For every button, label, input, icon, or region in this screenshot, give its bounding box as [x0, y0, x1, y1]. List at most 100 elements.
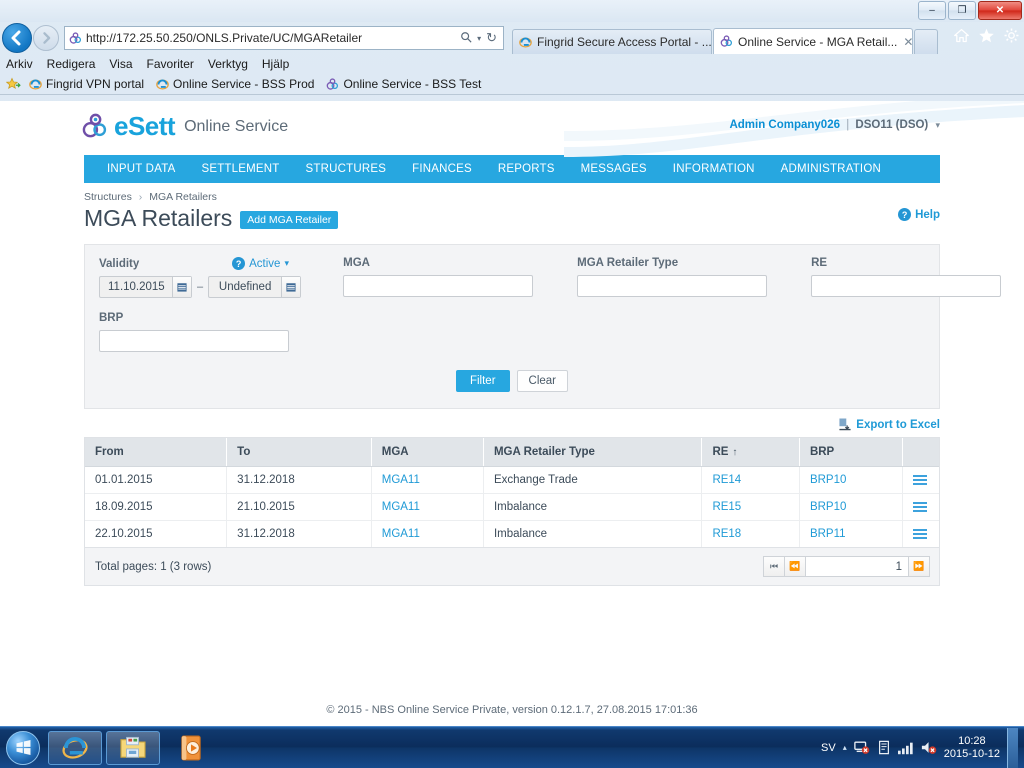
- home-icon[interactable]: [953, 27, 970, 44]
- last-page-button[interactable]: ⏩: [908, 556, 930, 577]
- re-link[interactable]: RE14: [712, 474, 741, 486]
- filter-row-2: BRP: [99, 312, 925, 352]
- menu-item-favoriter[interactable]: Favoriter: [147, 57, 194, 71]
- brp-link[interactable]: BRP10: [810, 501, 846, 513]
- add-mga-retailer-button[interactable]: Add MGA Retailer: [240, 211, 339, 229]
- favorite-label: Fingrid VPN portal: [46, 77, 145, 91]
- re-input[interactable]: [811, 275, 1002, 297]
- previous-page-button[interactable]: ⏪: [784, 556, 806, 577]
- column-header-mga[interactable]: MGA: [371, 438, 484, 467]
- taskbar-item-media-player[interactable]: [164, 731, 218, 765]
- start-button[interactable]: [2, 729, 44, 767]
- row-menu-icon[interactable]: [912, 475, 927, 485]
- calendar-icon[interactable]: [281, 277, 301, 297]
- mga-retailers-table-wrapper: From To MGA MGA Retailer Type RE ↑ BRP 0…: [84, 437, 940, 586]
- cell-mga: MGA11: [371, 520, 484, 547]
- cell-type: Imbalance: [483, 493, 703, 521]
- re-link[interactable]: RE18: [712, 528, 741, 540]
- validity-from-value: 11.10.2015: [108, 281, 165, 293]
- taskbar-item-internet-explorer[interactable]: [48, 730, 102, 765]
- favorite-label: Online Service - BSS Prod: [173, 77, 315, 91]
- new-tab-button[interactable]: [914, 29, 938, 54]
- nav-item-administration[interactable]: ADMINISTRATION: [768, 155, 894, 183]
- validity-status-dropdown[interactable]: ? Active ▾: [232, 257, 289, 270]
- mga-input[interactable]: [343, 275, 534, 297]
- user-menu[interactable]: Admin Company026 | DSO11 (DSO) ▾: [729, 119, 940, 131]
- favorite-fingrid-vpn-portal[interactable]: Fingrid VPN portal: [25, 77, 148, 91]
- export-to-excel-link[interactable]: Export to Excel: [839, 418, 940, 431]
- nav-item-reports[interactable]: REPORTS: [485, 155, 568, 183]
- re-link[interactable]: RE15: [712, 501, 741, 513]
- signal-icon[interactable]: [897, 741, 914, 755]
- star-icon[interactable]: [978, 27, 995, 44]
- taskbar-item-file-explorer[interactable]: [106, 730, 160, 765]
- column-header-to[interactable]: To: [226, 438, 372, 467]
- row-menu-icon[interactable]: [912, 529, 927, 539]
- nav-item-information[interactable]: INFORMATION: [660, 155, 768, 183]
- validity-from-input[interactable]: 11.10.2015: [99, 276, 192, 298]
- taskbar-clock[interactable]: 10:28 2015-10-12: [944, 735, 1000, 761]
- brp-link[interactable]: BRP11: [810, 528, 846, 540]
- filter-panel: Validity ? Active ▾ 11.10.2015 – Undefin…: [84, 244, 1002, 409]
- gear-icon[interactable]: [1003, 27, 1020, 44]
- nav-item-settlement[interactable]: SETTLEMENT: [188, 155, 292, 183]
- tray-language[interactable]: SV: [821, 742, 836, 754]
- first-page-button[interactable]: ⏮: [763, 556, 785, 577]
- chevron-down-icon[interactable]: ▾: [935, 120, 940, 131]
- action-center-icon[interactable]: [877, 740, 891, 755]
- row-menu-icon[interactable]: [912, 502, 927, 512]
- brp-input[interactable]: [99, 330, 289, 352]
- menu-item-redigera[interactable]: Redigera: [47, 57, 96, 71]
- menu-item-visa[interactable]: Visa: [109, 57, 132, 71]
- menu-item-arkiv[interactable]: Arkiv: [6, 57, 33, 71]
- column-header-mga-retailer-type[interactable]: MGA Retailer Type: [483, 438, 703, 467]
- back-icon[interactable]: [2, 23, 32, 53]
- network-error-icon[interactable]: [853, 740, 870, 755]
- logo-text: eSett: [114, 111, 176, 141]
- search-icon[interactable]: [460, 31, 472, 46]
- breadcrumb-parent[interactable]: Structures: [84, 191, 132, 203]
- favorite-online-service-bss-test[interactable]: Online Service - BSS Test: [322, 77, 485, 91]
- dropdown-caret-icon[interactable]: ▾: [477, 34, 481, 43]
- tab-close-icon[interactable]: ✕: [903, 35, 912, 49]
- calendar-icon[interactable]: [172, 277, 191, 297]
- menu-item-hjalp[interactable]: Hjälp: [262, 57, 289, 71]
- filter-button[interactable]: Filter: [455, 370, 510, 392]
- address-bar[interactable]: http://172.25.50.250/ONLS.Private/UC/MGA…: [64, 26, 504, 50]
- column-header-from[interactable]: From: [85, 438, 228, 467]
- help-link[interactable]: ? Help: [898, 208, 940, 221]
- column-header-re[interactable]: RE ↑: [701, 438, 800, 467]
- column-header-brp[interactable]: BRP: [799, 438, 903, 467]
- clock-time: 10:28: [958, 734, 986, 747]
- mga-retailer-type-input[interactable]: [577, 275, 768, 297]
- nav-item-structures[interactable]: STRUCTURES: [293, 155, 400, 183]
- favorite-online-service-bss-prod[interactable]: Online Service - BSS Prod: [152, 77, 318, 91]
- mga-link[interactable]: MGA11: [382, 528, 420, 540]
- nav-item-input-data[interactable]: INPUT DATA: [94, 155, 188, 183]
- esett-icon: [326, 77, 339, 91]
- nav-item-messages[interactable]: MESSAGES: [568, 155, 660, 183]
- export-label: Export to Excel: [856, 418, 940, 431]
- restore-button[interactable]: ❐: [948, 1, 976, 20]
- menu-item-verktyg[interactable]: Verktyg: [208, 57, 248, 71]
- validity-to-input[interactable]: Undefined: [208, 276, 302, 298]
- mga-link[interactable]: MGA11: [382, 474, 420, 486]
- tab-online-service-mga-retailers[interactable]: Online Service - MGA Retail... ✕: [713, 28, 913, 54]
- refresh-icon[interactable]: ↻: [486, 30, 497, 46]
- clear-button[interactable]: Clear: [516, 370, 569, 392]
- brp-link[interactable]: BRP10: [810, 474, 846, 486]
- show-desktop-button[interactable]: [1007, 727, 1018, 768]
- tray-expand-icon[interactable]: ▴: [843, 743, 847, 752]
- forward-icon[interactable]: [33, 25, 59, 51]
- close-button[interactable]: ✕: [978, 1, 1022, 20]
- page-number-input[interactable]: [805, 556, 909, 577]
- date-range-dash: –: [197, 281, 204, 293]
- add-favorite-icon[interactable]: [6, 77, 21, 92]
- volume-mute-icon[interactable]: [921, 740, 937, 755]
- filter-field-mga: MGA: [343, 257, 534, 298]
- mga-link[interactable]: MGA11: [382, 501, 420, 513]
- main-navigation: INPUT DATA SETTLEMENT STRUCTURES FINANCE…: [84, 155, 940, 183]
- nav-item-finances[interactable]: FINANCES: [399, 155, 485, 183]
- tab-fingrid-secure-access-portal[interactable]: Fingrid Secure Access Portal - ...: [512, 29, 712, 54]
- minimize-button[interactable]: –: [918, 1, 946, 20]
